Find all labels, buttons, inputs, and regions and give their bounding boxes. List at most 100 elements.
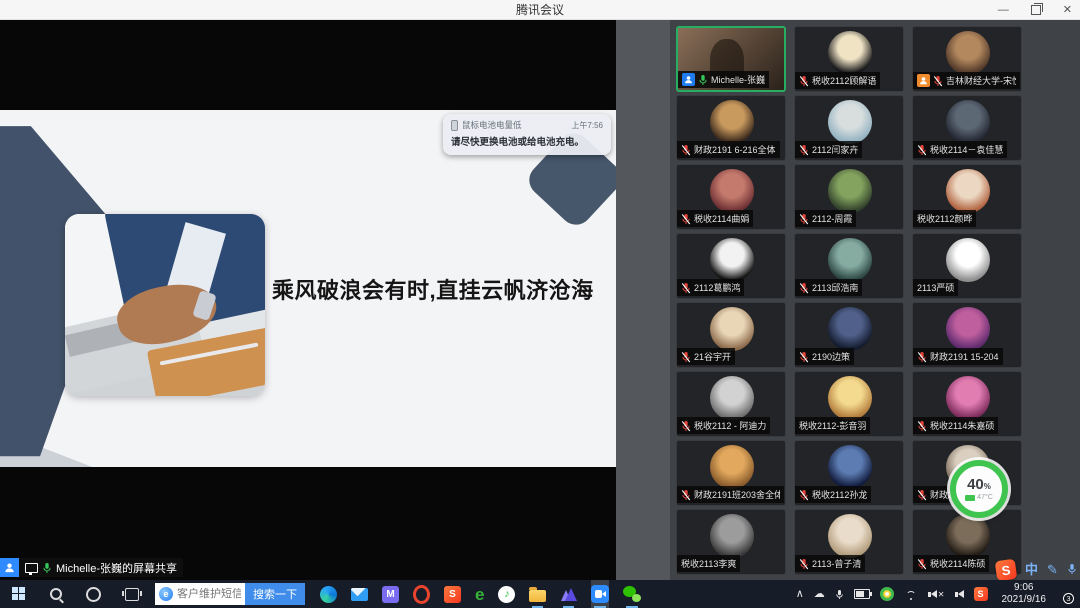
participant-tile[interactable]: 2112闫家卉 [794,95,904,161]
participant-tile[interactable]: 税收2114朱嘉硕 [912,371,1022,437]
participant-tile[interactable]: 2112葛鹏鸿 [676,233,786,299]
action-center-icon[interactable]: 3 [1054,588,1070,601]
mic-status-icon [917,489,927,501]
participant-name: 税收2112颜晔 [917,212,972,225]
panel-divider-strip [616,20,670,580]
participant-name: 2190边策 [812,350,850,363]
participant-namebar: 2112闫家卉 [795,141,862,158]
participant-namebar: Michelle-张巍 [678,71,769,88]
participant-tile[interactable]: Michelle-张巍 [676,26,786,92]
mic-status-icon [681,144,691,156]
start-button[interactable] [0,580,38,608]
participant-tile[interactable]: 2112-周霞 [794,164,904,230]
window-controls: — ✕ [998,0,1072,20]
file-explorer-icon[interactable] [529,580,546,608]
tencent-meeting-taskbar-icon[interactable] [591,580,609,608]
orange-ring-app-icon[interactable] [413,580,430,608]
participant-tile[interactable]: 税收2112-彭音羽 [794,371,904,437]
screen-share-icon [25,563,38,573]
participant-avatar [828,445,872,489]
volume-muted-icon[interactable]: ✕ [928,590,945,599]
tray-mic-icon[interactable] [835,589,844,600]
system-tray: ∧ ☁ ✕ S [796,587,988,601]
participant-name: Michelle-张巍 [711,73,765,86]
participant-name: 2113邱浩南 [812,281,858,294]
participant-tile[interactable]: 21谷宇开 [676,302,786,368]
mic-status-icon [917,144,927,156]
search-engine-icon: e [159,587,173,601]
hidden-icons-chevron[interactable]: ∧ [796,589,804,600]
participant-tile[interactable]: 税收2112颜晔 [912,164,1022,230]
360-safe-icon[interactable] [880,587,894,601]
close-button[interactable]: ✕ [1063,0,1072,20]
participant-tile[interactable]: 2113-曾子清 [794,509,904,575]
wifi-icon[interactable] [904,589,918,600]
minimize-button[interactable]: — [998,0,1009,20]
participant-tile[interactable]: 税收2112 - 阿迪力 [676,371,786,437]
search-go-button[interactable]: 搜索一下 [245,583,305,605]
restore-button[interactable] [1031,5,1041,15]
onedrive-cloud-icon[interactable]: ☁ [814,589,825,600]
role-badge-icon [682,73,695,86]
voice-input-icon[interactable] [1067,563,1077,577]
participant-name: 财政2191 15-204 [930,350,999,363]
tray-battery-icon[interactable] [854,589,870,599]
participant-tile[interactable]: 吉林财经大学-宋忱蔚 [912,26,1022,92]
taskbar-search-icon[interactable] [38,580,74,608]
participant-tile[interactable]: 财政2191 6-216全体 [676,95,786,161]
sogou-logo-icon[interactable]: S [995,558,1018,581]
battery-notification-toast[interactable]: 鼠标电池电量低 上午7:56 请尽快更换电池或给电池充电。 [443,114,611,155]
presenter-label-pill: Michelle-张巍的屏幕共享 [19,558,183,577]
participant-tile[interactable]: 财政2191班203舍全体 [676,440,786,506]
green-e-browser-icon[interactable]: e [475,580,484,608]
participant-tile[interactable]: 2113严硕 [912,233,1022,299]
slide-text: 乘风破浪会有时,直挂云帆济沧海 [272,273,594,305]
participant-namebar: 税收2112 - 阿迪力 [677,417,770,434]
participant-tile[interactable]: 税收2114曲娟 [676,164,786,230]
input-language-toggle[interactable]: 中 [1025,563,1038,576]
mountain-app-icon[interactable] [560,580,577,608]
clock-date: 2021/9/16 [1002,594,1047,607]
mic-status-icon [917,558,927,570]
participant-tile[interactable]: 2190边策 [794,302,904,368]
taskbar-clock[interactable]: 9:06 2021/9/16 [1002,582,1047,607]
participant-tile[interactable]: 税收2113李爽 [676,509,786,575]
participant-tile[interactable]: 2113邱浩南 [794,233,904,299]
participant-name: 2113-曾子清 [812,557,861,570]
participant-name: 2112闫家卉 [812,143,858,156]
participant-namebar: 2113严硕 [913,279,958,296]
edge-browser-icon[interactable] [320,580,337,608]
taskbar-search-box[interactable]: e 搜索一下 [155,583,305,605]
participant-tile[interactable]: 税收2112孙龙 [794,440,904,506]
participant-name: 财政2191班203舍全体 [694,488,780,501]
purple-m-app-icon[interactable]: M [382,580,399,608]
window-titlebar: 腾讯会议 — ✕ [0,0,1080,20]
participant-tile[interactable]: 财政2191 15-204 [912,302,1022,368]
taskbar: e 搜索一下 M S e ♪ ∧ ☁ ✕ S 9:06 2021/9/16 3 [0,580,1080,608]
sogou-app-icon[interactable]: S [444,580,461,608]
sogou-tray-icon[interactable]: S [974,587,988,601]
handwriting-icon[interactable]: ✎ [1047,563,1058,576]
participant-tile[interactable]: 税收2114－袁佳慧 [912,95,1022,161]
speaker-icon[interactable] [955,590,964,598]
participant-name: 税收2114陈硕 [930,557,985,570]
participant-name: 吉林财经大学-宋忱蔚 [946,74,1016,87]
task-view-icon[interactable] [113,580,151,608]
mic-status-icon [681,351,691,363]
participant-avatar [710,169,754,213]
participant-namebar: 2113-曾子清 [795,555,865,572]
cortana-icon[interactable] [74,580,113,608]
participant-tile[interactable]: 税收2112顾解语 [794,26,904,92]
participant-namebar: 21谷宇开 [677,348,735,365]
wechat-icon[interactable] [623,580,641,608]
mic-status-icon [799,282,809,294]
battery-widget[interactable]: 40% 47°C [950,460,1008,518]
participant-namebar: 税收2114朱嘉硕 [913,417,998,434]
search-input[interactable] [173,588,245,600]
participant-namebar: 税收2112顾解语 [795,72,880,89]
battery-unit: % [984,482,991,491]
mail-app-icon[interactable] [351,580,368,608]
participant-namebar: 税收2114陈硕 [913,555,989,572]
qq-music-icon[interactable]: ♪ [498,580,515,608]
participant-avatar [946,238,990,282]
